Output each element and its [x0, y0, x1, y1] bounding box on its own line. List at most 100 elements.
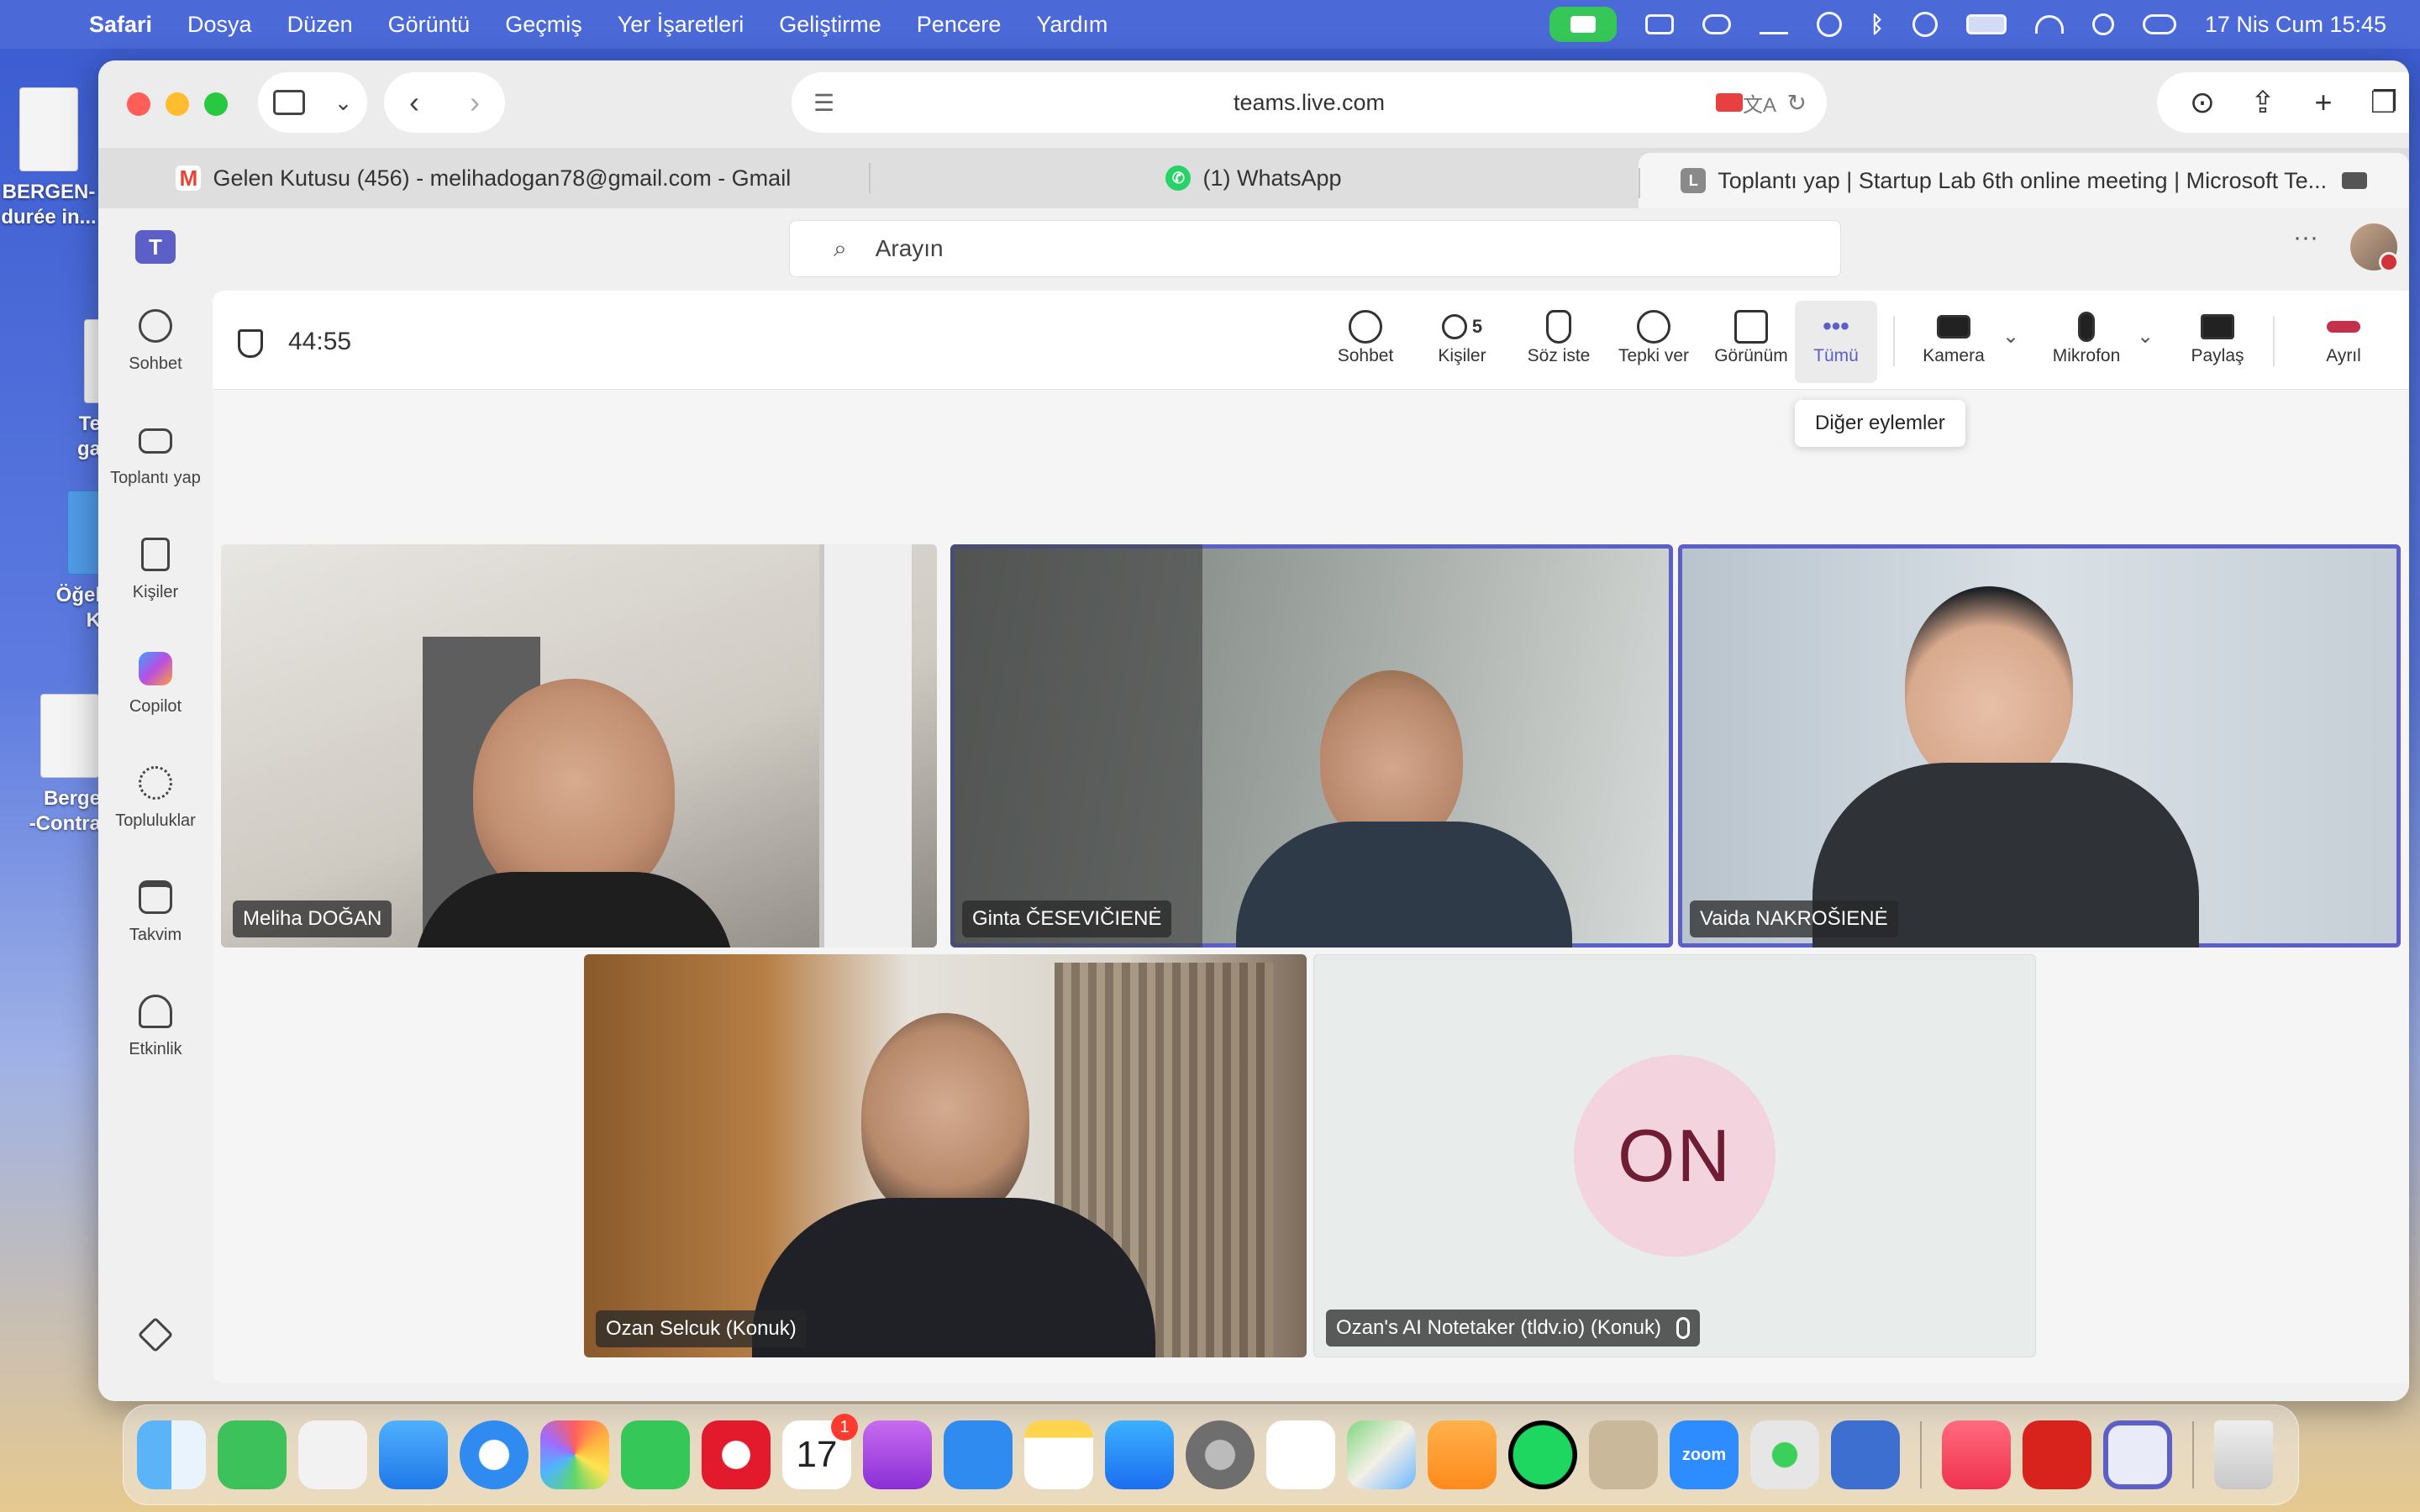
facetime-status-icon[interactable]: [1549, 7, 1617, 42]
forward-button[interactable]: ›: [470, 85, 480, 120]
menu-yardim[interactable]: Yardım: [1036, 12, 1107, 38]
back-button[interactable]: ‹: [409, 85, 419, 120]
bluetooth-icon[interactable]: ᛒ: [1870, 12, 1884, 38]
raise-hand-button[interactable]: Söz iste: [1517, 307, 1601, 366]
zoom-window-button[interactable]: [204, 92, 228, 116]
control-center-icon[interactable]: [2142, 14, 2176, 34]
teams-app-icon[interactable]: [2103, 1420, 2172, 1489]
trash-icon[interactable]: [2214, 1420, 2273, 1489]
wifi-icon[interactable]: [2034, 15, 2064, 34]
spotlight-search-icon[interactable]: [2091, 13, 2114, 35]
battery-icon[interactable]: [1965, 14, 2007, 34]
facetime-icon[interactable]: [621, 1420, 690, 1489]
page-menu-icon[interactable]: ☰: [813, 89, 834, 117]
music-icon[interactable]: [1942, 1420, 2011, 1489]
video-tile-ginta[interactable]: Ginta ČESEVIČIENĖ: [950, 544, 1673, 948]
share-button[interactable]: Paylaş: [2175, 307, 2260, 366]
numbers-icon[interactable]: [218, 1420, 287, 1489]
new-tab-button[interactable]: +: [2293, 72, 2354, 133]
video-tile-vaida[interactable]: Vaida NAKROŠIENĖ: [1678, 544, 2401, 948]
react-button[interactable]: Tepki ver: [1607, 307, 1700, 366]
address-bar[interactable]: ☰ teams.live.com 文A ↻: [792, 72, 1827, 133]
share-button[interactable]: ⇪: [2233, 72, 2293, 133]
more-actions-button[interactable]: ••• Tümü: [1795, 301, 1877, 383]
pages-icon[interactable]: [1428, 1420, 1497, 1489]
menu-gecmis[interactable]: Geçmiş: [505, 12, 582, 38]
calendar-app-icon[interactable]: 17 1: [782, 1414, 858, 1489]
tab-whatsapp[interactable]: ✆ (1) WhatsApp: [868, 148, 1639, 208]
camera-recording-icon[interactable]: [1716, 93, 1743, 112]
menu-yer-isaretleri[interactable]: Yer İşaretleri: [618, 12, 744, 38]
mic-options-chevron-icon[interactable]: ⌄: [2137, 324, 2154, 349]
premium-diamond-icon[interactable]: [98, 1316, 213, 1359]
rail-item-toplanti-yap[interactable]: Toplantı yap: [98, 423, 213, 488]
desktop-file-2[interactable]: Te ga: [50, 319, 101, 462]
reload-icon[interactable]: ↻: [1787, 89, 1807, 117]
contacts-icon: [141, 538, 170, 571]
people-button[interactable]: 5 Kişiler: [1416, 307, 1508, 366]
chat-button[interactable]: Sohbet: [1323, 307, 1407, 366]
mail-icon[interactable]: [379, 1420, 448, 1489]
menu-dosya[interactable]: Dosya: [187, 12, 252, 38]
video-tile-notetaker[interactable]: ON Ozan's AI Notetaker (tldv.io) (Konuk): [1313, 954, 2036, 1357]
desktop-file-1[interactable]: BERGEN- durée in...: [0, 87, 97, 230]
tab-overview-button[interactable]: ❐: [2354, 72, 2409, 133]
close-window-button[interactable]: [127, 92, 150, 116]
avatar[interactable]: [2350, 223, 2399, 272]
desktop-folder[interactable]: Öğel K: [42, 491, 101, 633]
menu-safari[interactable]: Safari: [89, 12, 152, 38]
video-tile-meliha[interactable]: Meliha DOĞAN: [221, 544, 937, 948]
rail-item-etkinlik[interactable]: Etkinlik: [98, 995, 213, 1059]
microphone-button[interactable]: Mikrofon: [2036, 307, 2137, 366]
reminders-icon[interactable]: [1266, 1420, 1335, 1489]
tab-teams[interactable]: L Toplantı yap | Startup Lab 6th online …: [1639, 153, 2409, 208]
airpods-icon[interactable]: [1702, 14, 1731, 34]
rail-item-copilot[interactable]: Copilot: [98, 652, 213, 717]
ipad-mirror-icon[interactable]: [1831, 1420, 1900, 1489]
menu-duzen[interactable]: Düzen: [287, 12, 353, 38]
finder-icon[interactable]: [137, 1420, 206, 1489]
desktop-file-3[interactable]: Berge -Contra: [17, 694, 101, 837]
translate-icon[interactable]: 文A: [1743, 88, 1776, 118]
participant-name: Ozan Selcuk (Konuk): [606, 1317, 797, 1340]
opera-icon[interactable]: [702, 1420, 771, 1489]
maps-icon[interactable]: [1347, 1420, 1416, 1489]
rail-item-kisiler[interactable]: Kişiler: [98, 538, 213, 602]
camera-options-chevron-icon[interactable]: ⌄: [2002, 324, 2019, 349]
search-input[interactable]: ⌕ Arayın: [789, 220, 1841, 277]
tab-gmail[interactable]: M Gelen Kutusu (456) - melihadogan78@gma…: [98, 148, 869, 208]
screen-mirroring-icon[interactable]: [1644, 14, 1674, 34]
contacts-app-icon[interactable]: [1589, 1420, 1658, 1489]
sidebar-toggle-button[interactable]: ⌄: [258, 72, 367, 133]
system-settings-icon[interactable]: [1186, 1420, 1255, 1489]
leave-button[interactable]: Ayrıl: [2302, 307, 2386, 366]
navigation-buttons: ‹ ›: [384, 72, 505, 133]
menu-pencere[interactable]: Pencere: [917, 12, 1002, 38]
brightness-icon[interactable]: [1759, 14, 1788, 34]
rail-item-topluluklar[interactable]: Topluluklar: [98, 766, 213, 831]
keynote-icon[interactable]: [944, 1420, 1013, 1489]
downloads-button[interactable]: ⊙: [2172, 72, 2233, 133]
menu-goruntu[interactable]: Görüntü: [388, 12, 471, 38]
rail-item-takvim[interactable]: Takvim: [98, 880, 213, 945]
find-my-icon[interactable]: [1750, 1420, 1819, 1489]
minimize-window-button[interactable]: [166, 92, 189, 116]
safari-icon[interactable]: [460, 1420, 529, 1489]
video-tile-ozan[interactable]: Ozan Selcuk (Konuk): [584, 954, 1307, 1357]
spotify-icon[interactable]: [1508, 1420, 1577, 1489]
camera-button[interactable]: Kamera: [1912, 307, 1996, 366]
app-store-icon[interactable]: [1105, 1420, 1174, 1489]
more-options-icon[interactable]: ···: [2293, 223, 2318, 252]
play-icon[interactable]: [1912, 12, 1938, 37]
acrobat-icon[interactable]: [2023, 1420, 2091, 1489]
menu-gelistirme[interactable]: Geliştirme: [779, 12, 881, 38]
menubar-clock[interactable]: 17 Nis Cum 15:45: [2205, 12, 2386, 38]
launchpad-icon[interactable]: [298, 1420, 367, 1489]
notes-icon[interactable]: [1024, 1420, 1093, 1489]
zoom-icon[interactable]: zoom: [1670, 1420, 1739, 1489]
photos-icon[interactable]: [540, 1420, 609, 1489]
rail-item-sohbet[interactable]: Sohbet: [98, 309, 213, 374]
view-button[interactable]: Görünüm: [1705, 307, 1797, 366]
airdrop-icon[interactable]: [1816, 12, 1842, 37]
podcasts-icon[interactable]: [863, 1420, 932, 1489]
